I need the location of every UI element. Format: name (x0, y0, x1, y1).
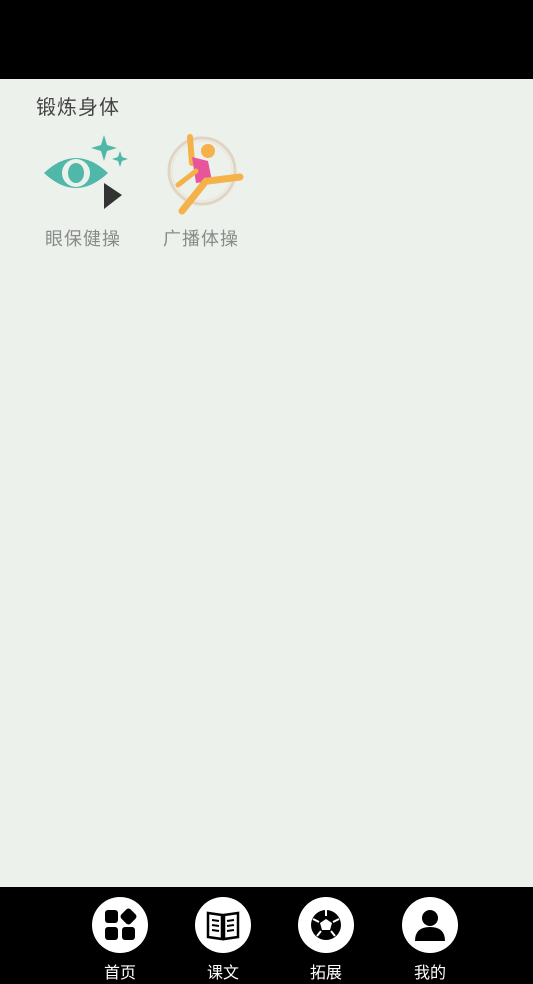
tab-label: 拓展 (309, 963, 342, 982)
tab-home[interactable]: 首页 (85, 897, 155, 983)
section-title: 锻炼身体 (36, 95, 120, 119)
ball-icon (311, 910, 341, 940)
tab-icon-circle (298, 897, 354, 953)
tab-icon-circle (195, 897, 251, 953)
tab-label: 课文 (206, 963, 239, 982)
gymnast-icon (167, 134, 244, 215)
tab-extension[interactable]: 拓展 (291, 897, 361, 983)
grid-icon (105, 908, 137, 940)
tile-label: 眼保健操 (45, 229, 121, 250)
broadcast-gymnastics-tile[interactable]: 广播体操 (151, 131, 251, 251)
tab-me[interactable]: 我的 (395, 897, 465, 983)
user-icon (415, 910, 445, 941)
status-bar (0, 0, 533, 79)
bottom-tab-bar: 首页 课文 拓展 我的 (0, 887, 533, 984)
eye-exercise-tile[interactable]: 眼保健操 (33, 131, 133, 251)
eye-play-icon (44, 135, 128, 209)
tile-label: 广播体操 (163, 229, 239, 250)
main-content: 锻炼身体 眼保健操 广播体操 (0, 79, 533, 887)
book-icon (206, 911, 240, 941)
tab-icon-circle (92, 897, 148, 953)
tab-lessons[interactable]: 课文 (188, 897, 258, 983)
tab-icon-circle (402, 897, 458, 953)
tab-label: 首页 (103, 963, 136, 982)
tab-label: 我的 (413, 963, 446, 982)
